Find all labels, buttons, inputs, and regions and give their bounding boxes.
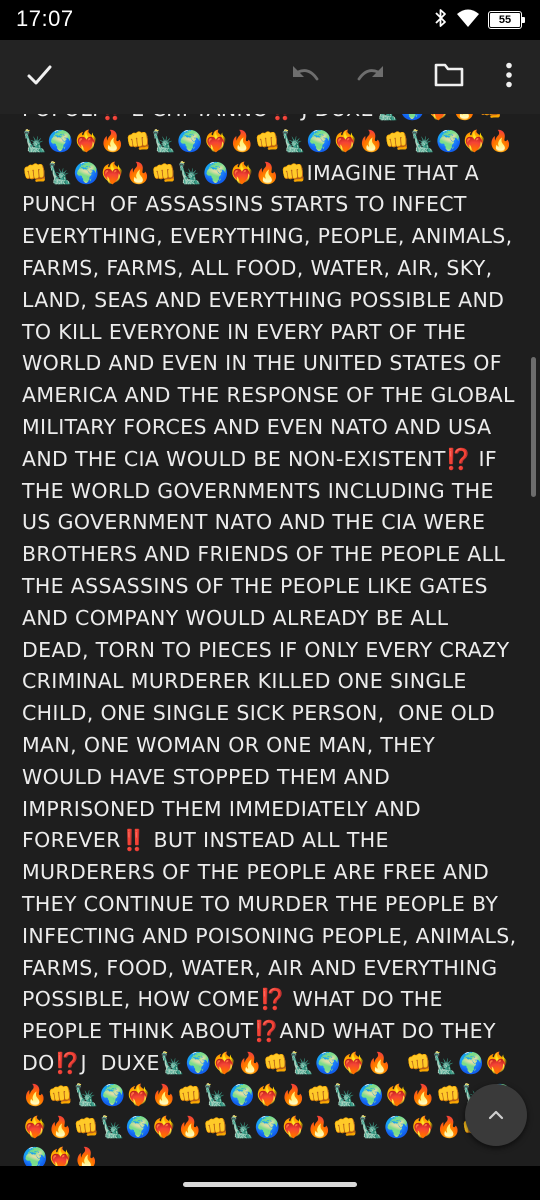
editor-text[interactable]: POPOLI‼️ E CHI TANNO‼️ J DUXE🗽🌍❤️‍🔥🔥👊🗽🌍❤… <box>22 114 518 1166</box>
bluetooth-icon <box>434 8 448 32</box>
text-editor[interactable]: POPOLI‼️ E CHI TANNO‼️ J DUXE🗽🌍❤️‍🔥🔥👊🗽🌍❤… <box>0 114 540 1166</box>
chevron-up-icon <box>487 1106 505 1125</box>
folder-icon <box>434 62 464 92</box>
status-time: 17:07 <box>16 6 74 31</box>
scrollbar-thumb[interactable] <box>531 357 536 497</box>
undo-button[interactable] <box>282 54 328 100</box>
undo-icon <box>289 63 321 91</box>
more-options-button[interactable] <box>486 54 532 100</box>
editor-toolbar <box>0 40 540 114</box>
battery-level: 55 <box>498 14 512 26</box>
home-gesture-handle[interactable] <box>183 1182 357 1187</box>
confirm-button[interactable] <box>16 54 62 100</box>
open-folder-button[interactable] <box>426 54 472 100</box>
scroll-to-top-button[interactable] <box>465 1084 527 1146</box>
navigation-bar <box>0 1166 540 1200</box>
wifi-icon <box>456 8 480 32</box>
status-icons: 55 <box>434 8 525 32</box>
more-vert-icon <box>505 62 513 92</box>
check-icon <box>25 61 53 93</box>
status-bar: 17:07 55 <box>0 0 540 40</box>
redo-button[interactable] <box>348 54 394 100</box>
battery-icon: 55 <box>488 11 525 29</box>
redo-icon <box>355 63 387 91</box>
